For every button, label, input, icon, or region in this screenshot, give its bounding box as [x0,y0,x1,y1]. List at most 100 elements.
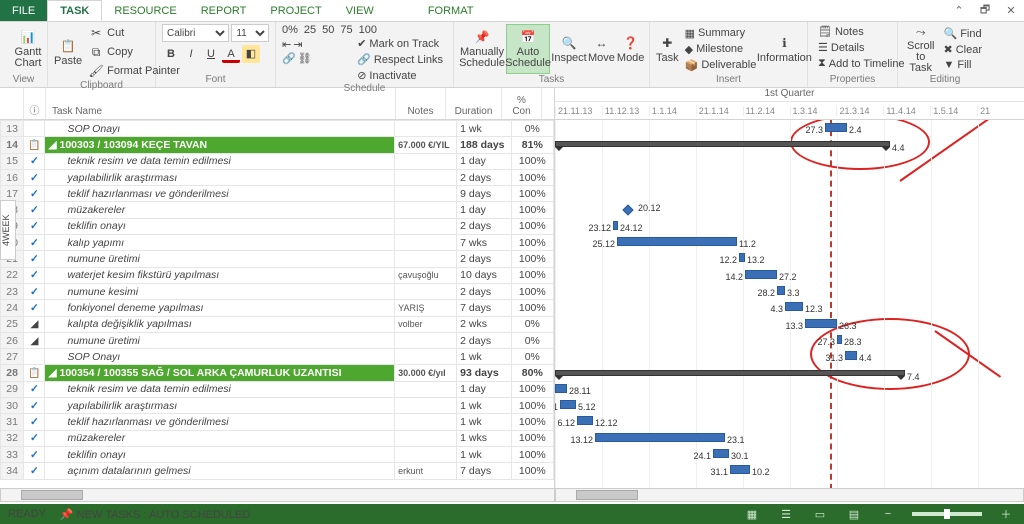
italic-button[interactable]: I [182,45,200,63]
complete-cell[interactable]: 80% [511,365,553,381]
complete-cell[interactable]: 100% [511,414,553,430]
duration-cell[interactable]: 1 wk [457,398,511,414]
complete-cell[interactable]: 81% [511,137,553,153]
zoom-in-button[interactable]: ＋ [996,506,1016,522]
deliverable-button[interactable]: 📦Deliverable [681,58,761,73]
task-row[interactable]: 21numune üretimi2 days100% [1,251,554,267]
complete-cell[interactable]: 100% [511,398,553,414]
pct0-button[interactable]: 0% [282,24,298,36]
duration-cell[interactable]: 9 days [457,186,511,202]
pct75-button[interactable]: 75 [340,24,352,36]
duration-cell[interactable]: 1 wk [457,349,511,365]
zoom-out-button[interactable]: − [878,508,898,520]
duration-cell[interactable]: 10 days [457,267,511,283]
outdent-button[interactable]: ⇤ [282,38,291,51]
gantt-bar[interactable]: 12.213.2 [739,253,745,262]
paste-button[interactable]: 📋Paste [54,27,82,77]
notes-cell[interactable] [395,186,457,202]
duration-cell[interactable]: 1 wk [457,121,511,137]
notes-cell[interactable] [395,446,457,462]
gantt-bar[interactable]: 27.328.3 [837,335,842,344]
horizontal-scrollbar[interactable] [0,488,1024,502]
indent-button[interactable]: ⇥ [293,38,302,51]
gantt-bar[interactable]: 4.4 [555,141,890,147]
task-row[interactable]: 33teklifin onayı1 wk100% [1,446,554,462]
task-row[interactable]: 27SOP Onayı1 wk0% [1,349,554,365]
task-row[interactable]: 16yapılabilirlik araştırması2 days100% [1,169,554,185]
insert-task-button[interactable]: ✚Task [656,24,679,74]
complete-cell[interactable]: 0% [511,316,553,332]
complete-cell[interactable]: 100% [511,251,553,267]
task-row[interactable]: 26numune üretimi2 days0% [1,332,554,348]
pct50-button[interactable]: 50 [322,24,334,36]
task-name-cell[interactable]: SOP Onayı [45,121,395,137]
notes-cell[interactable] [395,251,457,267]
complete-cell[interactable]: 100% [511,283,553,299]
gantt-bar[interactable]: 27.32.4 [825,123,847,132]
complete-cell[interactable]: 0% [511,349,553,365]
tab-report[interactable]: REPORT [189,0,259,21]
zoom-slider[interactable] [912,512,982,516]
gantt-bar[interactable]: 14.227.2 [745,270,777,279]
task-name-cell[interactable]: ◢ 100354 / 100355 SAĞ / SOL ARKA ÇAMURLU… [45,365,395,381]
pct25-button[interactable]: 25 [304,24,316,36]
duration-cell[interactable]: 2 days [457,218,511,234]
font-name-select[interactable]: Calibri [162,24,229,42]
manually-schedule-button[interactable]: 📌Manually Schedule [460,24,504,74]
gantt-bar[interactable]: 4.312.3 [785,302,803,311]
complete-cell[interactable]: 100% [511,153,553,169]
gantt-chart-button[interactable]: 📊Gantt Chart [6,24,50,74]
gantt-bar[interactable]: .115.12 [560,400,576,409]
complete-cell[interactable]: 100% [511,186,553,202]
pct100-button[interactable]: 100 [359,24,377,36]
task-name-cell[interactable]: teklifin onayı [45,218,395,234]
tab-resource[interactable]: RESOURCE [102,0,188,21]
complete-cell[interactable]: 100% [511,235,553,251]
underline-button[interactable]: U [202,45,220,63]
font-color-button[interactable]: A [222,45,240,63]
information-button[interactable]: ℹInformation [762,24,806,74]
complete-cell[interactable]: 0% [511,332,553,348]
unlink-button[interactable]: ⛓ [298,52,312,65]
complete-cell[interactable]: 100% [511,430,553,446]
duration-cell[interactable]: 1 wk [457,446,511,462]
duration-cell[interactable]: 2 days [457,251,511,267]
complete-cell[interactable]: 100% [511,463,553,479]
task-row[interactable]: 34açınım datalarının gelmesierkunt7 days… [1,463,554,479]
gantt-chart-area[interactable]: 27.32.44.420.1223.1224.1225.1211.212.213… [555,120,1024,500]
bold-button[interactable]: B [162,45,180,63]
complete-cell[interactable]: 100% [511,381,553,397]
milestone-button[interactable]: ◆Milestone [681,42,761,57]
task-name-cell[interactable]: müzakereler [45,202,395,218]
notes-cell[interactable] [395,414,457,430]
gantt-bar[interactable]: 28.23.3 [777,286,785,295]
task-row[interactable]: 30yapılabilirlik araştırması1 wk100% [1,398,554,414]
duration-cell[interactable]: 93 days [457,365,511,381]
timescale-dates[interactable]: 21.11.1311.12.131.1.1421.1.1411.2.141.3.… [555,102,1024,120]
col-indicators[interactable]: ⓘ [24,88,46,119]
task-row[interactable]: 24fonkiyonel deneme yapılmasıYARIŞ7 days… [1,300,554,316]
task-row[interactable]: 18müzakereler1 day100% [1,202,554,218]
milestone-marker[interactable] [622,204,633,215]
duration-cell[interactable]: 188 days [457,137,511,153]
task-name-cell[interactable]: numune kesimi [45,283,395,299]
view-shortcut-2[interactable]: ☰ [776,508,796,521]
task-row[interactable]: 29teknik resim ve data temin edilmesi1 d… [1,381,554,397]
task-name-cell[interactable]: yapılabilirlik araştırması [45,169,395,185]
window-close-icon[interactable]: ✕ [998,0,1024,21]
duration-cell[interactable]: 7 wks [457,235,511,251]
gantt-bar[interactable]: .1128.11 [555,384,567,393]
task-row[interactable]: 28◢ 100354 / 100355 SAĞ / SOL ARKA ÇAMUR… [1,365,554,381]
notes-cell[interactable]: 67.000 €/YIL [395,137,457,153]
inspect-button[interactable]: 🔍Inspect [552,24,586,74]
tab-view[interactable]: VIEW [334,0,386,21]
duration-cell[interactable]: 1 wks [457,430,511,446]
tab-project[interactable]: PROJECT [258,0,333,21]
task-grid[interactable]: 13SOP Onayı1 wk0%14◢ 100303 / 103094 KEÇ… [0,120,554,480]
complete-cell[interactable]: 100% [511,446,553,462]
gantt-bar[interactable]: 13.326.3 [805,319,837,328]
task-row[interactable]: 14◢ 100303 / 103094 KEÇE TAVAN67.000 €/Y… [1,137,554,153]
task-row[interactable]: 25kalıpta değişiklik yapılmasıvolber2 wk… [1,316,554,332]
complete-cell[interactable]: 100% [511,202,553,218]
col-notes[interactable]: Notes [396,88,446,119]
